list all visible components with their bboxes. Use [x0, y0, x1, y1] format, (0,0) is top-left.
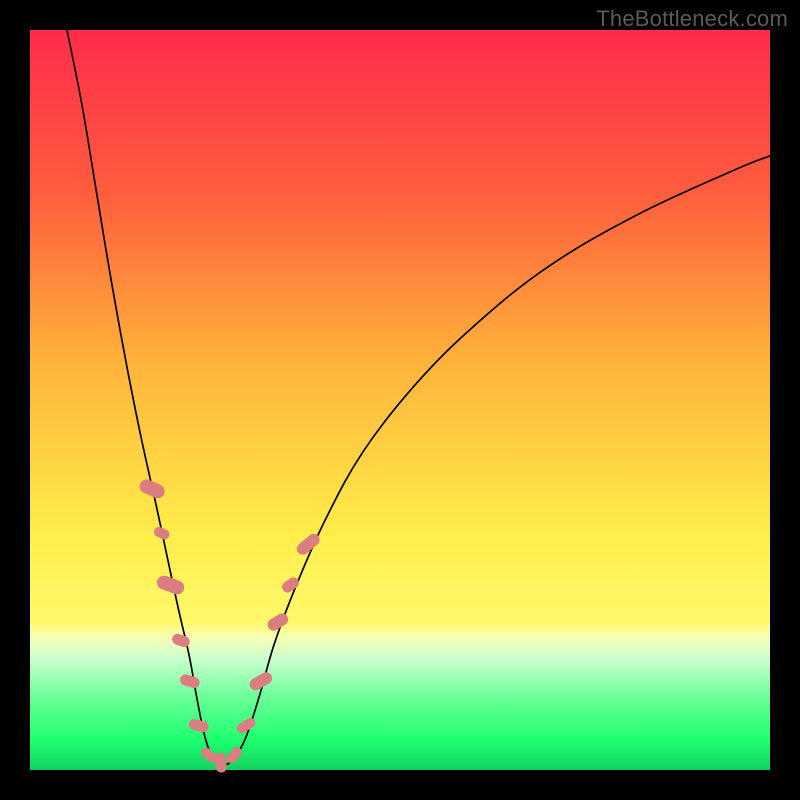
curve-marker [137, 477, 166, 500]
watermark-text: TheBottleneck.com [596, 6, 788, 32]
curve-marker [215, 752, 228, 773]
curve-markers [137, 477, 322, 773]
curve-marker [171, 632, 192, 648]
plot-area [30, 30, 770, 770]
curve-marker [188, 718, 210, 734]
chart-frame: TheBottleneck.com [0, 0, 800, 800]
curve-marker [280, 575, 301, 594]
curve-marker [265, 611, 290, 633]
curve-marker [155, 574, 186, 597]
curve-marker [235, 716, 257, 735]
bottleneck-curve [67, 30, 770, 765]
bottleneck-curve-svg [30, 30, 770, 770]
curve-marker [179, 673, 201, 689]
